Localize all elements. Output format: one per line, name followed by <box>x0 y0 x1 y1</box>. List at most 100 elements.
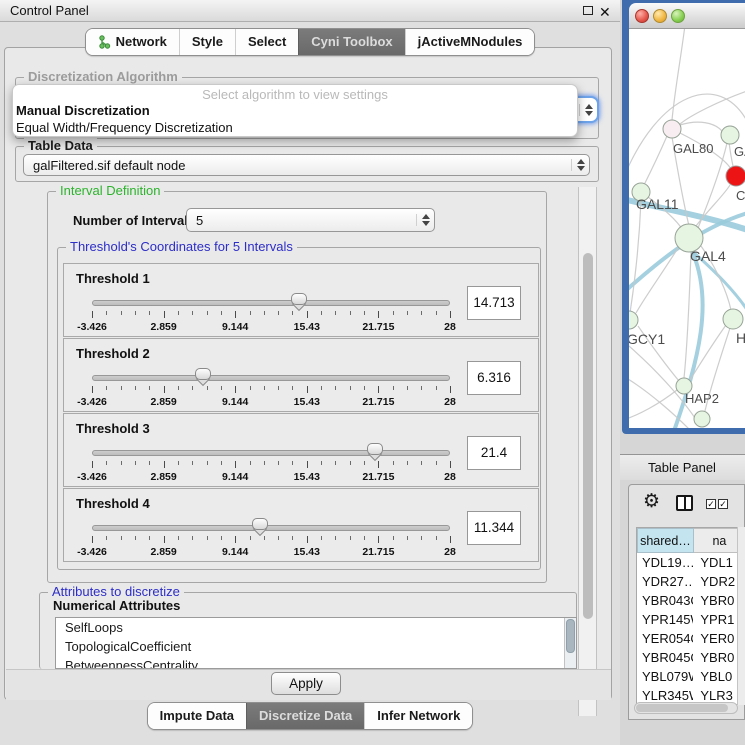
threshold-label: Threshold 1 <box>76 271 150 286</box>
threshold-value-field[interactable]: 14.713 <box>467 286 521 320</box>
number-of-intervals-label: Number of Intervals <box>73 213 195 228</box>
threshold-value-field[interactable]: 6.316 <box>467 361 521 395</box>
slider-thumb[interactable] <box>291 293 307 313</box>
threshold-slider[interactable]: -3.4262.8599.14415.4321.71528 <box>92 371 450 411</box>
screenshot-stage: Control Panel ✕ Discretization Algorithm… <box>0 0 745 745</box>
control-panel-title: Control Panel <box>10 3 89 18</box>
mac-zoom-icon[interactable] <box>671 9 685 23</box>
number-of-intervals-combobox[interactable]: 5 <box>186 208 435 232</box>
table-row[interactable]: YBR043CYBR0 <box>637 591 745 610</box>
network-canvas[interactable]: GAL80GACGAL11GAL4GCY1HHAP2 <box>629 29 745 428</box>
float-window-icon[interactable] <box>583 6 593 15</box>
gear-icon[interactable]: ⚙ <box>643 491 660 513</box>
table-header-row: shared… na <box>637 528 745 553</box>
discretization-algorithm-group-title: Discretization Algorithm <box>24 69 182 84</box>
slider-track[interactable] <box>92 375 450 381</box>
table-row[interactable]: YPR145WYPR1 <box>637 610 745 629</box>
network-icon <box>98 35 111 49</box>
checkbox-icon[interactable]: ✓ <box>706 499 716 509</box>
attribute-item[interactable]: BetweennessCentrality <box>56 656 576 669</box>
tab-select[interactable]: Select <box>235 29 298 55</box>
threshold-slider[interactable]: -3.4262.8599.14415.4321.71528 <box>92 521 450 561</box>
combo-arrows-icon <box>416 214 434 226</box>
checkbox-icon[interactable]: ✓ <box>718 499 728 509</box>
thresholds-container: Threshold 1 -3.4262.8599.14415.4321.71528… <box>63 263 539 563</box>
column-header-shared-name[interactable]: shared… <box>637 528 694 553</box>
mac-close-icon[interactable] <box>635 9 649 23</box>
attributes-scrollbar-thumb[interactable] <box>566 619 575 653</box>
tab-jactivemnodules[interactable]: jActiveMNodules <box>405 29 535 55</box>
threshold-value-field[interactable]: 21.4 <box>467 436 521 470</box>
slider-thumb[interactable] <box>367 443 383 463</box>
attr-items: SelfLoopsTopologicalCoefficientBetweenne… <box>56 618 576 669</box>
threshold-value-field[interactable]: 11.344 <box>467 511 521 545</box>
algorithm-placeholder: Select algorithm to view settings <box>13 87 577 102</box>
slider-ticks <box>92 461 450 469</box>
tab-infer-network[interactable]: Infer Network <box>364 703 472 729</box>
control-panel: Control Panel ✕ Discretization Algorithm… <box>0 0 620 745</box>
control-panel-titlebar: Control Panel ✕ <box>0 0 620 22</box>
table-row[interactable]: YDR27…YDR2 <box>637 572 745 591</box>
node-table[interactable]: shared… na YDL19…YDL1YDR27…YDR2YBR043CYB… <box>636 527 745 705</box>
algorithm-options: Manual DiscretizationEqual Width/Frequen… <box>13 102 577 136</box>
tab-cyni-toolbox[interactable]: Cyni Toolbox <box>298 29 404 55</box>
network-window-titlebar <box>629 3 745 29</box>
tab-discretize-data[interactable]: Discretize Data <box>246 703 364 729</box>
algorithm-option[interactable]: Manual Discretization <box>13 102 577 119</box>
table-row[interactable]: YDL19…YDL1 <box>637 553 745 572</box>
table-row[interactable]: YBR045CYBR0 <box>637 648 745 667</box>
table-vertical-scrollbar[interactable] <box>737 527 745 705</box>
apply-button[interactable]: Apply <box>271 672 341 695</box>
network-view-window: GAL80GACGAL11GAL4GCY1HHAP2 <box>622 0 745 434</box>
tab-network[interactable]: Network <box>86 29 179 55</box>
svg-text:GAL11: GAL11 <box>636 196 679 212</box>
slider-track[interactable] <box>92 450 450 456</box>
combo-arrows-icon <box>571 159 589 171</box>
table-panel-title: Table Panel <box>648 460 716 475</box>
split-columns-icon[interactable] <box>676 495 693 511</box>
top-tabs-segment: NetworkStyleSelectCyni ToolboxjActiveMNo… <box>85 28 536 56</box>
mac-minimize-icon[interactable] <box>653 9 667 23</box>
panel-scrollbar[interactable] <box>578 187 597 716</box>
slider-ticks <box>92 311 450 319</box>
attribute-item[interactable]: TopologicalCoefficient <box>56 637 576 656</box>
slider-thumb[interactable] <box>252 518 268 538</box>
slider-tick-labels: -3.4262.8599.14415.4321.71528 <box>92 396 450 408</box>
attributes-group-title: Attributes to discretize <box>48 584 184 599</box>
attributes-scrollbar[interactable] <box>564 618 576 669</box>
bottom-tabs-segment: Impute DataDiscretize DataInfer Network <box>147 702 474 730</box>
numerical-attributes-list[interactable]: SelfLoopsTopologicalCoefficientBetweenne… <box>55 617 577 669</box>
table-row[interactable]: YER054CYER0 <box>637 629 745 648</box>
slider-tick-labels: -3.4262.8599.14415.4321.71528 <box>92 321 450 333</box>
algorithm-dropdown-popup: Select algorithm to view settings Manual… <box>12 84 578 137</box>
slider-track[interactable] <box>92 525 450 531</box>
table-rows: YDL19…YDL1YDR27…YDR2YBR043CYBR0YPR145WYP… <box>637 553 745 705</box>
table-row[interactable]: YBL079WYBL0 <box>637 667 745 686</box>
table-data-group-title: Table Data <box>24 138 97 153</box>
table-panel-titlebar: Table Panel <box>620 454 745 480</box>
threshold-row: Threshold 1 -3.4262.8599.14415.4321.71528… <box>63 263 539 337</box>
close-icon[interactable]: ✕ <box>599 1 611 23</box>
threshold-row: Threshold 2 -3.4262.8599.14415.4321.71528… <box>63 338 539 412</box>
table-data-combobox[interactable]: galFiltered.sif default node <box>23 154 590 176</box>
attribute-item[interactable]: SelfLoops <box>56 618 576 637</box>
table-horizontal-scrollbar[interactable] <box>634 702 738 714</box>
slider-track[interactable] <box>92 300 450 306</box>
table-hscrollbar-thumb[interactable] <box>636 704 728 712</box>
slider-tick-labels: -3.4262.8599.14415.4321.71528 <box>92 546 450 558</box>
algorithm-option[interactable]: Equal Width/Frequency Discretization <box>13 119 577 136</box>
svg-text:GAL80: GAL80 <box>673 141 713 156</box>
threshold-label: Threshold 2 <box>76 346 150 361</box>
panel-scrollbar-thumb[interactable] <box>583 253 593 619</box>
slider-ticks <box>92 386 450 394</box>
tab-style[interactable]: Style <box>179 29 235 55</box>
tab-impute-data[interactable]: Impute Data <box>148 703 246 729</box>
threshold-row: Threshold 4-3.4262.8599.14415.4321.71528… <box>63 488 539 562</box>
threshold-slider[interactable]: -3.4262.8599.14415.4321.71528 <box>92 446 450 486</box>
slider-thumb[interactable] <box>195 368 211 388</box>
interval-definition-group-title: Interval Definition <box>56 183 164 198</box>
svg-text:GAL4: GAL4 <box>690 248 726 264</box>
svg-text:H: H <box>736 330 745 346</box>
cyni-toolbox-content: Discretization Algorithm Table Data galF… <box>4 47 612 700</box>
threshold-slider[interactable]: -3.4262.8599.14415.4321.71528 <box>92 296 450 336</box>
